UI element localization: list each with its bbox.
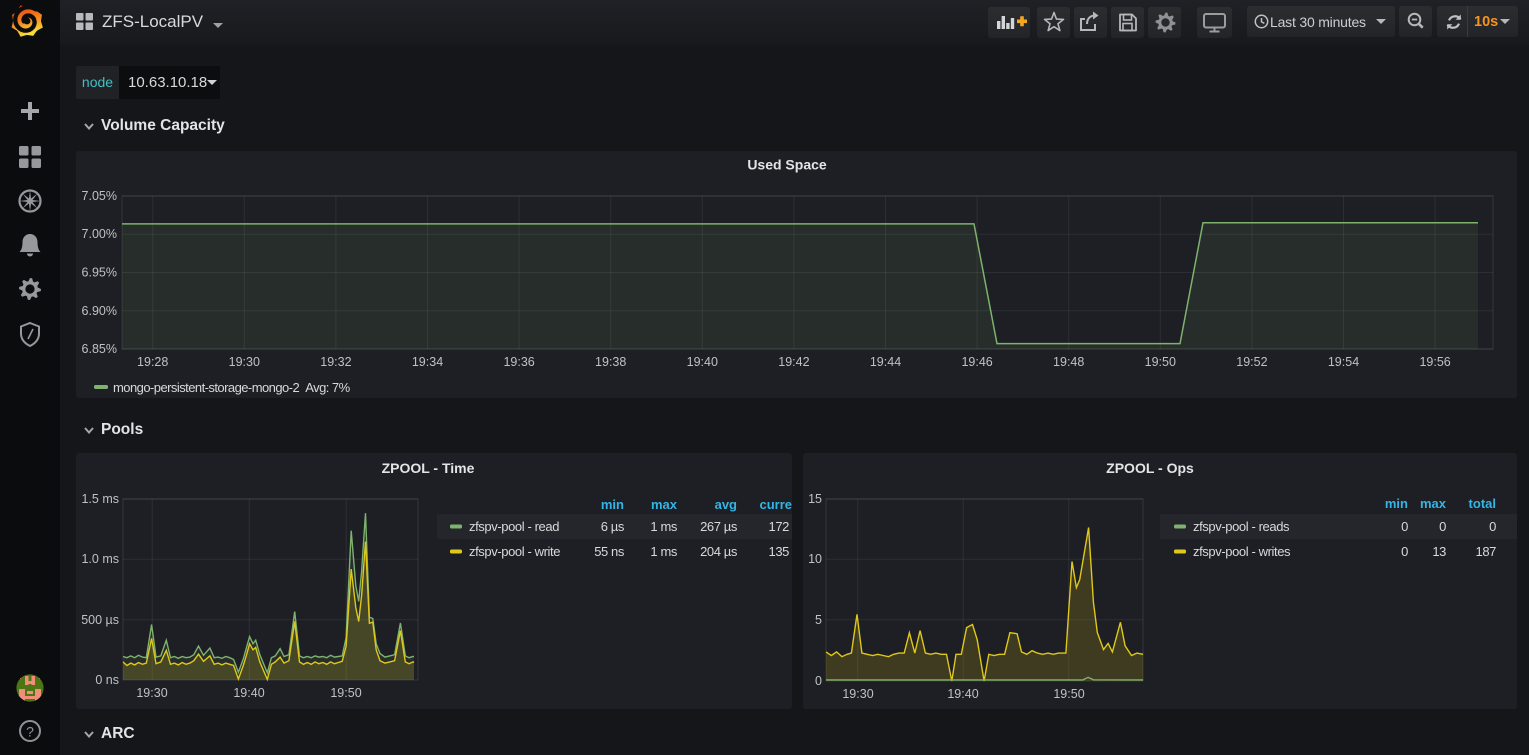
svg-text:avg: avg (715, 497, 737, 512)
svg-text:zfspv-pool - read: zfspv-pool - read (469, 519, 559, 534)
svg-text:19:30: 19:30 (229, 355, 260, 369)
svg-text:204 µs: 204 µs (700, 544, 738, 559)
svg-text:19:48: 19:48 (1053, 355, 1084, 369)
svg-text:1.0 ms: 1.0 ms (81, 552, 119, 566)
svg-text:ZPOOL - Ops: ZPOOL - Ops (1106, 460, 1194, 476)
svg-text:55 ns: 55 ns (594, 544, 625, 559)
svg-text:min: min (601, 497, 624, 512)
svg-text:19:34: 19:34 (412, 355, 443, 369)
svg-text:zfspv-pool - writes: zfspv-pool - writes (1193, 544, 1291, 559)
svg-text:6.85%: 6.85% (82, 342, 117, 356)
svg-text:19:50: 19:50 (1053, 687, 1084, 701)
svg-text:19:30: 19:30 (842, 687, 873, 701)
svg-text:0: 0 (1401, 544, 1408, 559)
svg-text:10: 10 (808, 552, 822, 566)
svg-text:19:28: 19:28 (137, 355, 168, 369)
svg-text:500 µs: 500 µs (81, 613, 119, 627)
svg-text:15: 15 (808, 492, 822, 506)
svg-text:19:44: 19:44 (870, 355, 901, 369)
svg-text:19:40: 19:40 (233, 686, 264, 700)
svg-text:7.05%: 7.05% (82, 189, 117, 203)
svg-text:0 ns: 0 ns (95, 673, 119, 687)
svg-text:135: 135 (769, 544, 790, 559)
svg-text:mongo-persistent-storage-mongo: mongo-persistent-storage-mongo-2 Avg: 7% (113, 380, 351, 395)
svg-text:13: 13 (1432, 544, 1446, 559)
svg-text:19:54: 19:54 (1328, 355, 1359, 369)
svg-text:Used Space: Used Space (747, 157, 827, 173)
svg-text:19:30: 19:30 (136, 686, 167, 700)
svg-text:19:40: 19:40 (687, 355, 718, 369)
svg-text:curre: curre (759, 497, 792, 512)
svg-text:19:42: 19:42 (778, 355, 809, 369)
svg-text:6.90%: 6.90% (82, 304, 117, 318)
svg-text:187: 187 (1476, 544, 1497, 559)
svg-text:19:40: 19:40 (947, 687, 978, 701)
svg-text:ZPOOL - Time: ZPOOL - Time (382, 460, 475, 476)
svg-text:6.95%: 6.95% (82, 266, 117, 280)
svg-text:zfspv-pool - write: zfspv-pool - write (469, 544, 560, 559)
svg-text:total: total (1469, 496, 1496, 511)
svg-text:?: ? (26, 724, 34, 740)
svg-text:0: 0 (1489, 519, 1496, 534)
svg-text:19:46: 19:46 (961, 355, 992, 369)
svg-text:19:32: 19:32 (320, 355, 351, 369)
svg-text:1 ms: 1 ms (650, 519, 677, 534)
svg-text:7.00%: 7.00% (82, 227, 117, 241)
svg-text:1.5 ms: 1.5 ms (81, 492, 119, 506)
svg-text:267 µs: 267 µs (700, 519, 738, 534)
svg-text:19:38: 19:38 (595, 355, 626, 369)
svg-text:zfspv-pool - reads: zfspv-pool - reads (1193, 519, 1290, 534)
svg-text:6 µs: 6 µs (601, 519, 625, 534)
svg-text:max: max (651, 497, 678, 512)
svg-text:19:56: 19:56 (1419, 355, 1450, 369)
svg-text:0: 0 (815, 674, 822, 688)
svg-text:5: 5 (815, 613, 822, 627)
svg-text:max: max (1420, 496, 1447, 511)
svg-text:1 ms: 1 ms (650, 544, 677, 559)
svg-text:19:50: 19:50 (330, 686, 361, 700)
svg-text:19:52: 19:52 (1236, 355, 1267, 369)
svg-text:19:50: 19:50 (1145, 355, 1176, 369)
svg-text:min: min (1385, 496, 1408, 511)
svg-text:172: 172 (769, 519, 790, 534)
svg-text:0: 0 (1401, 519, 1408, 534)
svg-text:19:36: 19:36 (503, 355, 534, 369)
svg-text:0: 0 (1439, 519, 1446, 534)
